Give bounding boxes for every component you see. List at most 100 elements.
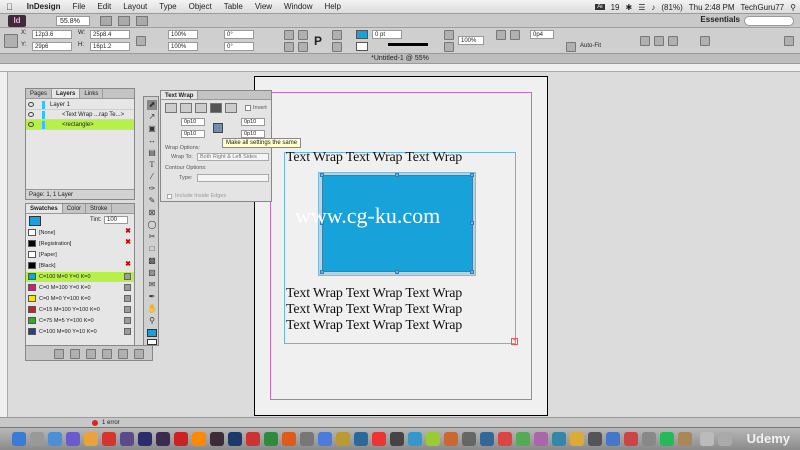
tab-text-wrap[interactable]: Text Wrap (161, 91, 199, 99)
finder-icon[interactable] (12, 432, 26, 446)
stroke-type-preview[interactable] (388, 43, 428, 46)
app-icon[interactable] (354, 432, 368, 446)
app-icon[interactable] (552, 432, 566, 446)
app-icon[interactable] (246, 432, 260, 446)
app-icon[interactable] (84, 432, 98, 446)
workspace-switcher[interactable]: Essentials (700, 15, 740, 24)
panel-menu-icon[interactable] (784, 36, 794, 46)
menu-object[interactable]: Object (183, 2, 218, 11)
swatch-row[interactable]: C=75 M=5 Y=100 K=0 (26, 316, 134, 326)
app-icon[interactable] (570, 432, 584, 446)
app-menu[interactable]: InDesign (21, 2, 67, 11)
scale-x-field[interactable]: 100% (168, 30, 198, 39)
lightroom-icon[interactable] (138, 432, 152, 446)
search-input[interactable] (744, 16, 794, 26)
visibility-eye-icon[interactable] (28, 112, 34, 117)
shear-angle-field[interactable]: 0° (224, 42, 254, 51)
tint-field[interactable]: 100 (104, 216, 128, 224)
mail-icon[interactable] (66, 432, 80, 446)
swatch-row[interactable]: C=0 M=100 Y=0 K=0 (26, 283, 134, 293)
free-transform-tool-icon[interactable]: □ (147, 244, 157, 254)
view-options-icon[interactable] (100, 16, 112, 26)
select-content-icon[interactable] (332, 42, 342, 52)
gradient-feather-tool-icon[interactable]: ▨ (147, 268, 157, 278)
swatch-row[interactable]: [None] ✖ (26, 228, 134, 238)
stroke-swatch[interactable] (356, 42, 368, 51)
spotlight-icon[interactable]: ⚲ (790, 3, 796, 12)
constrain-proportions-icon[interactable] (136, 36, 146, 46)
downloads-folder-icon[interactable] (700, 432, 714, 446)
app-icon[interactable] (426, 432, 440, 446)
note-tool-icon[interactable]: ✉ (147, 280, 157, 290)
distribute-icon[interactable] (700, 36, 710, 46)
menu-view[interactable]: View (249, 2, 278, 11)
rotate-90-cw-icon[interactable] (284, 30, 294, 40)
app-icon[interactable] (588, 432, 602, 446)
frame-overset-marker[interactable]: + (511, 338, 518, 345)
visibility-eye-icon[interactable] (28, 122, 34, 127)
apple-menu-icon[interactable]:  (0, 2, 21, 12)
text-line-2[interactable]: Text Wrap Text Wrap Text Wrap (286, 286, 462, 302)
text-wrap-bounding-icon[interactable] (510, 30, 520, 40)
show-swatch-kinds-icon[interactable] (70, 349, 80, 359)
error-indicator-icon[interactable] (92, 420, 98, 426)
zoom-field[interactable]: 55.8% (56, 16, 90, 26)
flip-horizontal-icon[interactable] (298, 30, 308, 40)
selection-handle[interactable] (395, 173, 399, 177)
wrap-offset-field[interactable]: 0p4 (530, 30, 554, 39)
jump-object-icon[interactable] (210, 103, 222, 113)
selection-handle[interactable] (320, 270, 324, 274)
width-field[interactable]: 25p8.4 (90, 30, 130, 39)
ellipse-tool-icon[interactable]: ◯ (147, 220, 157, 230)
screen-mode-icon[interactable] (118, 16, 130, 26)
indesign-dock-icon[interactable] (210, 432, 224, 446)
left-offset-field[interactable]: 0p10 (241, 130, 265, 138)
new-color-group-icon[interactable] (118, 349, 128, 359)
bluetooth-icon[interactable]: ✱ (626, 3, 633, 12)
calendar-icon[interactable] (102, 432, 116, 446)
visibility-eye-icon[interactable] (28, 102, 34, 107)
fill-stroke-tool-icon[interactable] (147, 329, 157, 337)
swatch-row-selected[interactable]: C=100 M=0 Y=0 K=0 (26, 272, 134, 282)
rectangle-frame-tool-icon[interactable]: ⊠ (147, 208, 157, 218)
menu-window[interactable]: Window (278, 2, 318, 11)
app-icon[interactable] (498, 432, 512, 446)
tab-links[interactable]: Links (80, 89, 104, 98)
drop-shadow-icon[interactable] (444, 42, 454, 52)
menu-type[interactable]: Type (153, 2, 182, 11)
direct-selection-tool-icon[interactable]: ↗ (147, 112, 157, 122)
text-wrap-none-icon[interactable] (496, 30, 506, 40)
line-tool-icon[interactable]: ⁄ (147, 172, 157, 182)
height-field[interactable]: 16p1.2 (90, 42, 130, 51)
bottom-offset-field[interactable]: 0p10 (181, 130, 205, 138)
wrap-bounding-box-icon[interactable] (180, 103, 192, 113)
vertical-ruler[interactable] (0, 72, 8, 427)
layer-row[interactable]: Layer 1 (26, 100, 134, 110)
stroke-weight-field[interactable]: 0 pt (372, 30, 402, 39)
swatch-row[interactable]: C=15 M=100 Y=100 K=0 (26, 305, 134, 315)
rotation-angle-field[interactable]: 0° (224, 30, 254, 39)
opacity-field[interactable]: 100% (458, 36, 484, 45)
clock[interactable]: Thu 2:48 PM (689, 3, 735, 12)
app-icon[interactable] (624, 432, 638, 446)
arrange-documents-icon[interactable] (136, 16, 148, 26)
menu-edit[interactable]: Edit (91, 2, 117, 11)
ai-icon[interactable]: Ai (595, 4, 605, 10)
scissors-tool-icon[interactable]: ✂ (147, 232, 157, 242)
align-left-icon[interactable] (640, 36, 650, 46)
launchpad-icon[interactable] (30, 432, 44, 446)
app-icon[interactable] (606, 432, 620, 446)
menu-file[interactable]: File (67, 2, 92, 11)
swatch-options-icon[interactable] (86, 349, 96, 359)
top-offset-field[interactable]: 0p10 (181, 118, 205, 126)
wifi-icon[interactable]: ☰ (638, 3, 645, 12)
volume-icon[interactable]: ♪ (651, 3, 655, 12)
document-tab-title[interactable]: *Untitled-1 @ 55% (0, 54, 800, 64)
trash-icon[interactable] (134, 349, 144, 359)
new-swatch-icon[interactable] (54, 349, 64, 359)
app-icon[interactable] (300, 432, 314, 446)
photoshop-icon[interactable] (228, 432, 242, 446)
app-icon[interactable] (534, 432, 548, 446)
invert-checkbox[interactable] (245, 105, 251, 111)
contour-type-select[interactable] (197, 174, 269, 182)
